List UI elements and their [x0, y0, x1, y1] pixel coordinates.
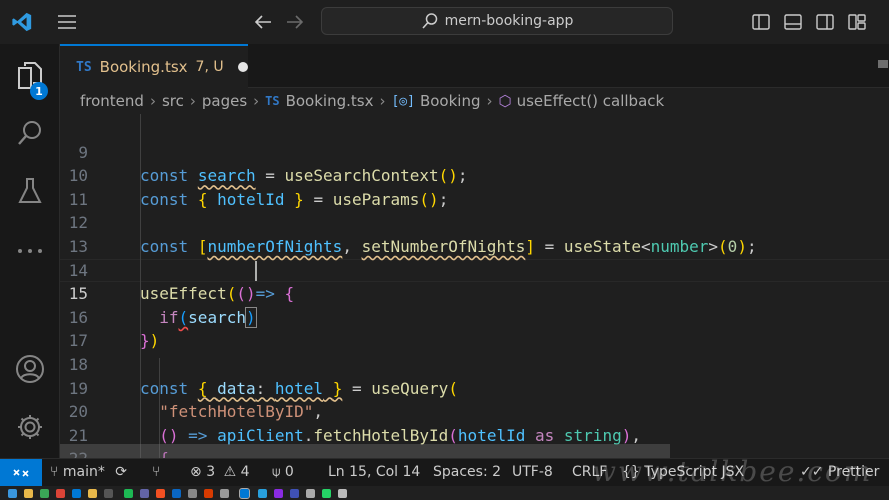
code-line: 16 }): [60, 282, 889, 351]
code-line: 19 "fetchHotelByID",: [60, 353, 889, 422]
git-branch-item[interactable]: ⑂ main* ⟳: [50, 459, 127, 486]
taskbar-app-icon[interactable]: [290, 489, 299, 498]
vscode-taskbar-icon[interactable]: [239, 488, 250, 499]
search-box-text: mern-booking-app: [444, 13, 574, 29]
code-line: 17: [60, 306, 889, 350]
chrome-icon[interactable]: [56, 489, 65, 498]
code-line: 9 const search = useSearchContext();: [60, 117, 889, 186]
breadcrumb-item[interactable]: Booking: [420, 92, 481, 110]
tab-problems-status: 7, U: [195, 59, 224, 75]
git-branch-name: main*: [62, 464, 105, 480]
symbol-variable-icon: [◎]: [391, 93, 415, 109]
code-line: 10 const { hotelId } = useParams();: [60, 141, 889, 209]
code-line: 12 const [numberOfNights, setNumberOfNig…: [60, 188, 889, 256]
cursor-position[interactable]: Ln 15, Col 14: [328, 459, 420, 486]
code-line: 11: [60, 164, 889, 209]
taskbar-app-icon[interactable]: [258, 489, 267, 498]
remote-indicator-icon[interactable]: [0, 459, 42, 486]
windows-start-icon[interactable]: [8, 489, 17, 498]
problems-item[interactable]: ⊗ 3 ⚠ 4: [190, 459, 250, 486]
account-icon[interactable]: [0, 344, 60, 394]
chevron-right-icon: ›: [379, 92, 386, 110]
taskbar-app-icon[interactable]: [220, 489, 229, 498]
broadcast-icon: ⍦: [272, 464, 281, 480]
back-arrow-icon[interactable]: [252, 10, 274, 34]
explorer-badge: 1: [30, 82, 48, 100]
vscode-logo-icon[interactable]: [10, 10, 34, 34]
code-line: 15 if(search): [60, 259, 889, 328]
horizontal-scrollbar[interactable]: [60, 444, 670, 458]
vertical-scrollbar[interactable]: [878, 60, 888, 68]
code-line: 20 () => apiClient.fetchHotelById(hotelI…: [60, 377, 889, 445]
taskbar-app-icon[interactable]: [172, 489, 181, 498]
tab-booking-tsx[interactable]: TS Booking.tsx 7, U: [60, 44, 248, 88]
warning-icon: ⚠: [223, 464, 237, 480]
toggle-primary-sidebar-icon[interactable]: [750, 10, 772, 34]
search-icon: [421, 13, 437, 29]
command-center-search[interactable]: mern-booking-app: [321, 7, 673, 35]
typescript-file-icon: TS: [76, 59, 92, 75]
spotify-icon[interactable]: [124, 489, 133, 498]
code-line: 21 {: [60, 400, 889, 458]
more-views-icon[interactable]: [0, 226, 60, 276]
os-taskbar: [0, 486, 889, 500]
typescript-file-icon: TS: [265, 94, 280, 108]
taskbar-app-icon[interactable]: [322, 489, 331, 498]
taskbar-app-icon[interactable]: [338, 489, 347, 498]
settings-gear-icon[interactable]: [0, 402, 60, 452]
encoding[interactable]: UTF-8: [512, 459, 553, 486]
taskbar-app-icon[interactable]: [40, 489, 49, 498]
text-cursor: [255, 260, 257, 281]
forward-arrow-icon[interactable]: [284, 10, 306, 34]
activity-bar: 1: [0, 44, 60, 458]
file-explorer-icon[interactable]: [24, 489, 33, 498]
sync-icon[interactable]: ⟳: [115, 464, 127, 480]
taskbar-app-icon[interactable]: [188, 489, 197, 498]
error-icon: ⊗: [190, 464, 202, 480]
error-count: 3: [206, 464, 216, 480]
breadcrumb-item[interactable]: src: [162, 92, 184, 110]
taskbar-app-icon[interactable]: [156, 489, 165, 498]
breadcrumb-item[interactable]: Booking.tsx: [286, 92, 374, 110]
taskbar-app-icon[interactable]: [88, 489, 97, 498]
tab-filename: Booking.tsx: [99, 58, 188, 76]
title-bar: mern-booking-app: [0, 0, 889, 44]
ports-item[interactable]: ⍦ 0: [272, 459, 294, 486]
toggle-secondary-sidebar-icon[interactable]: [814, 10, 836, 34]
ports-count: 0: [284, 464, 294, 480]
chevron-right-icon: ›: [486, 92, 493, 110]
menu-icon[interactable]: [56, 10, 78, 34]
breadcrumb-item[interactable]: pages: [202, 92, 247, 110]
symbol-method-icon: ⬡: [498, 92, 512, 110]
taskbar-app-icon[interactable]: [204, 489, 213, 498]
testing-flask-icon[interactable]: [0, 166, 60, 216]
breadcrumb: frontend › src › pages › TS Booking.tsx …: [60, 88, 889, 114]
taskbar-app-icon[interactable]: [274, 489, 283, 498]
taskbar-app-icon[interactable]: [104, 489, 113, 498]
breadcrumb-item[interactable]: useEffect() callback: [517, 92, 665, 110]
git-graph-icon[interactable]: ⑂: [152, 459, 160, 486]
editor-tab-bar: TS Booking.tsx 7, U: [60, 44, 889, 88]
customize-layout-icon[interactable]: [846, 10, 868, 34]
unsaved-dot-icon[interactable]: [237, 62, 248, 72]
warning-count: 4: [240, 464, 250, 480]
taskbar-app-icon[interactable]: [72, 489, 81, 498]
chevron-right-icon: ›: [149, 92, 156, 110]
code-line: 14 useEffect(()=> {: [60, 235, 889, 304]
code-line: 18 const { data: hotel } = useQuery(: [60, 329, 889, 398]
code-line: 13: [60, 211, 889, 256]
chevron-right-icon: ›: [253, 92, 260, 110]
code-editor[interactable]: 9 const search = useSearchContext(); 10 …: [60, 114, 889, 458]
search-view-icon[interactable]: [0, 108, 60, 158]
explorer-icon[interactable]: 1: [0, 50, 60, 100]
git-branch-icon: ⑂: [50, 464, 59, 480]
toggle-panel-icon[interactable]: [782, 10, 804, 34]
breadcrumb-item[interactable]: frontend: [80, 92, 144, 110]
chevron-right-icon: ›: [189, 92, 196, 110]
watermark: www.talkbee.com: [592, 455, 873, 488]
indentation[interactable]: Spaces: 2: [433, 459, 501, 486]
taskbar-app-icon[interactable]: [140, 489, 149, 498]
taskbar-app-icon[interactable]: [306, 489, 315, 498]
